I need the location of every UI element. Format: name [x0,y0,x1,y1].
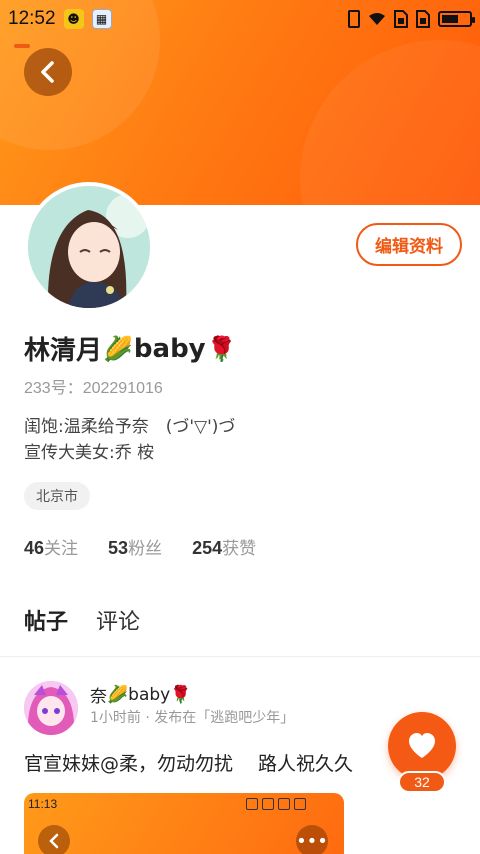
profile-bio: 闺饱:温柔给予奈 (づ'▽')づ 宣传大美女:乔 桉 [24,414,235,466]
post-image-back-icon [38,825,70,854]
profile-avatar[interactable] [24,182,154,312]
bio-line: 宣传大美女:乔 桉 [24,443,155,463]
post-author-name[interactable]: 奈 🌽 baby 🌹 [90,682,192,708]
bio-line: 闺饱:温柔给予奈 (づ'▽')づ [24,417,236,437]
sim-icon [394,10,408,28]
edit-profile-button[interactable]: 编辑资料 [356,223,462,266]
stat-count: 53 [108,538,129,558]
stat-following[interactable]: 46关注 [24,534,78,559]
chevron-left-icon [41,61,54,83]
stat-label: 获赞 [222,539,257,559]
active-tab-indicator [14,44,30,48]
like-count: 32 [398,771,446,793]
post-author-suffix: baby [128,684,171,705]
map-app-icon: ▦ [91,9,112,29]
banner-decoration [300,40,480,205]
corn-emoji: 🌽 [107,684,129,705]
like-button[interactable] [388,712,456,780]
stat-likes[interactable]: 254获赞 [192,534,256,559]
rose-emoji: 🌹 [170,684,192,705]
user-id: 233号：202291016 [24,380,163,397]
profile-tabs: 帖子 评论 [24,604,140,636]
profile-name-suffix: baby [133,333,206,364]
post-image[interactable]: 11:13 ••• [24,793,344,854]
post-image-more-icon: ••• [296,825,328,854]
stat-count: 254 [192,538,223,558]
post-text[interactable]: 官宣妹妹@柔，勿动勿扰 路人祝久久 [24,749,353,776]
corn-emoji: 🌽 [103,334,133,363]
post-author-text: 奈 [90,687,107,707]
battery-icon [438,11,475,27]
post-author-avatar[interactable] [24,681,78,735]
post-image-status-icons [246,798,336,810]
status-bar: 12:52 ☻ ▦ [0,0,480,38]
battery-level [442,15,458,23]
tab-posts[interactable]: 帖子 [24,604,68,636]
stat-count: 46 [24,538,45,558]
profile-stats: 46关注 53粉丝 254获赞 [24,534,256,559]
app-notification-icon: ☻ [63,9,84,29]
wifi-icon [368,12,386,26]
stat-label: 关注 [44,539,79,559]
stat-followers[interactable]: 53粉丝 [108,534,162,559]
vibrate-icon [348,10,360,28]
status-time: 12:52 [8,8,56,29]
profile-name-text: 林清月 [24,336,103,366]
sim-icon [416,10,430,28]
back-button[interactable] [24,48,72,96]
tab-comments[interactable]: 评论 [96,604,140,636]
avatar-image [28,186,150,308]
rose-emoji: 🌹 [206,334,237,363]
post-image-time: 11:13 [28,797,58,811]
profile-header-banner: 12:52 ☻ ▦ [0,0,480,205]
post-meta: 1小时前 · 发布在「逃跑吧少年」 [90,710,295,726]
stat-label: 粉丝 [128,539,163,559]
heart-icon [409,733,435,758]
profile-name: 林清月 🌽 baby 🌹 [24,330,238,367]
divider [0,656,480,657]
location-tag: 北京市 [24,482,90,510]
